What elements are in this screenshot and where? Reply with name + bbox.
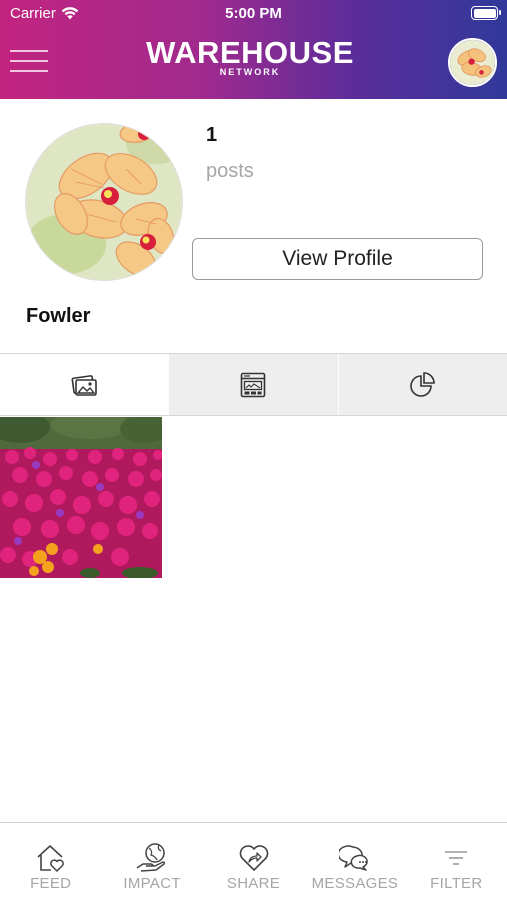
photos-icon [71, 374, 97, 396]
post-count-label: posts [206, 160, 254, 182]
flower-field-image [0, 417, 162, 578]
nav-share[interactable]: SHARE [203, 823, 304, 900]
clock: 5:00 PM [225, 5, 282, 22]
post-thumbnail[interactable] [0, 417, 162, 578]
tab-photos[interactable] [0, 354, 169, 415]
pie-chart-icon [410, 371, 435, 397]
profile-tabs [0, 353, 507, 416]
bottom-tab-bar: FEED IMPACT SHARE MESSAGES FILTER [0, 822, 507, 900]
globe-hand-icon [136, 843, 166, 872]
hamburger-menu-button[interactable] [10, 50, 48, 72]
nav-filter[interactable]: FILTER [406, 823, 507, 900]
filter-icon [445, 851, 468, 865]
nav-feed-label: FEED [30, 875, 72, 892]
tab-web-content[interactable] [168, 354, 338, 415]
browser-window-icon [241, 372, 266, 397]
tab-stats[interactable] [337, 354, 507, 415]
orchid-profile-image [26, 124, 182, 280]
nav-feed[interactable]: FEED [0, 823, 101, 900]
logo-brand-text: WAREHOUSE [146, 35, 354, 70]
status-bar: Carrier 5:00 PM [0, 0, 507, 28]
warehouse-network-logo: WAREHOUSE NETWORK [130, 35, 370, 77]
orchid-avatar-image [450, 40, 495, 85]
nav-impact[interactable]: IMPACT [101, 823, 202, 900]
nav-filter-label: FILTER [430, 875, 483, 892]
nav-impact-label: IMPACT [123, 875, 181, 892]
heart-share-icon [239, 845, 268, 871]
username: Fowler [26, 305, 91, 327]
chat-bubbles-icon [338, 845, 368, 871]
battery-icon [471, 6, 501, 20]
post-count: 1 [206, 124, 218, 146]
home-heart-icon [37, 845, 64, 872]
nav-messages-label: MESSAGES [311, 875, 399, 892]
nav-messages[interactable]: MESSAGES [304, 823, 405, 900]
app-header: Carrier 5:00 PM WAREHOUSE NETWORK [0, 0, 507, 99]
header-avatar[interactable] [448, 38, 497, 87]
view-profile-button[interactable]: View Profile [192, 238, 483, 280]
profile-avatar[interactable] [25, 123, 183, 281]
nav-share-label: SHARE [226, 875, 281, 892]
